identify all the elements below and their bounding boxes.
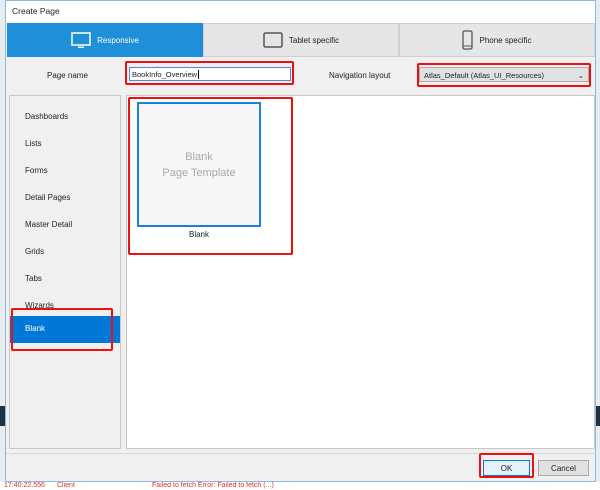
log-message: Failed to fetch Error: Failed to fetch (…: [152, 482, 274, 489]
tablet-icon: [263, 32, 283, 48]
monitor-icon: [71, 31, 91, 48]
category-detail-pages[interactable]: Detail Pages: [10, 185, 120, 212]
tab-label: Phone specific: [479, 35, 532, 45]
background-log-row: 17:40:22.556 Client Failed to fetch Erro…: [0, 482, 600, 490]
category-tabs[interactable]: Tabs: [10, 266, 120, 293]
highlight-page-name: [125, 61, 294, 85]
page-name-label: Page name: [47, 71, 88, 80]
log-source: Client: [57, 482, 75, 489]
dialog-title: Create Page: [6, 1, 595, 23]
highlight-template: [128, 97, 293, 255]
category-dashboards[interactable]: Dashboards: [10, 104, 120, 131]
cancel-button[interactable]: Cancel: [538, 460, 589, 476]
tab-label: Tablet specific: [288, 35, 340, 45]
navigation-layout-label: Navigation layout: [329, 71, 391, 80]
tab-label: Responsive: [97, 35, 139, 45]
tab-phone-specific[interactable]: Phone specific: [399, 23, 595, 57]
log-time: 17:40:22.556: [4, 482, 45, 489]
category-forms[interactable]: Forms: [10, 158, 120, 185]
phone-icon: [462, 30, 474, 50]
category-master-detail[interactable]: Master Detail: [10, 212, 120, 239]
category-list: Dashboards Lists Forms Detail Pages Mast…: [9, 95, 121, 449]
category-grids[interactable]: Grids: [10, 239, 120, 266]
highlight-navigation-layout: [417, 63, 591, 87]
highlight-ok-button: [479, 453, 534, 478]
category-lists[interactable]: Lists: [10, 131, 120, 158]
tab-responsive[interactable]: Responsive: [7, 23, 203, 57]
tab-tablet-specific[interactable]: Tablet specific: [203, 23, 399, 57]
highlight-blank-category: [11, 308, 113, 351]
